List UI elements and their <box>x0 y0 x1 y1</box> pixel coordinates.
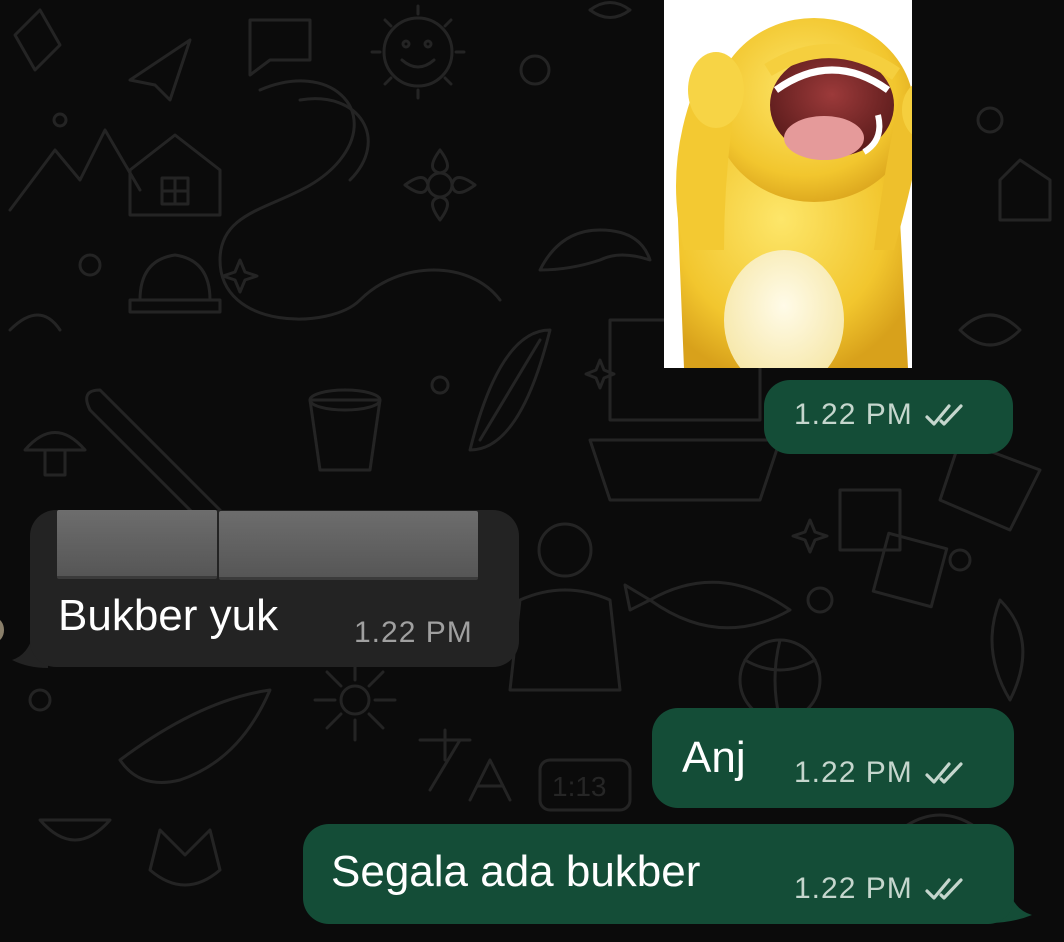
message-time: 1.22 PM <box>354 616 473 649</box>
message-time: 1.22 PM <box>794 398 913 431</box>
double-check-icon <box>925 404 963 426</box>
message-text: Segala ada bukber <box>331 847 701 896</box>
sticker-meta-pill: 1.22 PM <box>764 380 1013 454</box>
double-check-icon <box>925 878 963 900</box>
message-text: Bukber yuk <box>58 591 279 640</box>
double-check-icon <box>925 762 963 784</box>
message-bubble-incoming[interactable]: Bukber yuk 1.22 PM <box>30 510 519 667</box>
message-meta: 1.22 PM <box>354 616 473 650</box>
redacted-sender-name <box>219 511 478 580</box>
message-bubble-outgoing[interactable]: Segala ada bukber 1.22 PM <box>303 824 1014 924</box>
redacted-sender-name <box>57 510 217 579</box>
message-meta: 1.22 PM <box>794 872 971 906</box>
svg-text:1:13: 1:13 <box>552 771 607 802</box>
message-time: 1.22 PM <box>794 756 913 789</box>
message-time: 1.22 PM <box>794 872 913 905</box>
message-text: Anj <box>682 733 746 782</box>
yellow-creature-sticker-icon <box>664 0 950 390</box>
message-bubble-outgoing[interactable]: Anj 1.22 PM <box>652 708 1014 808</box>
sticker-image[interactable] <box>664 0 950 390</box>
message-meta: 1.22 PM <box>794 756 971 790</box>
message-meta: 1.22 PM <box>794 398 971 432</box>
